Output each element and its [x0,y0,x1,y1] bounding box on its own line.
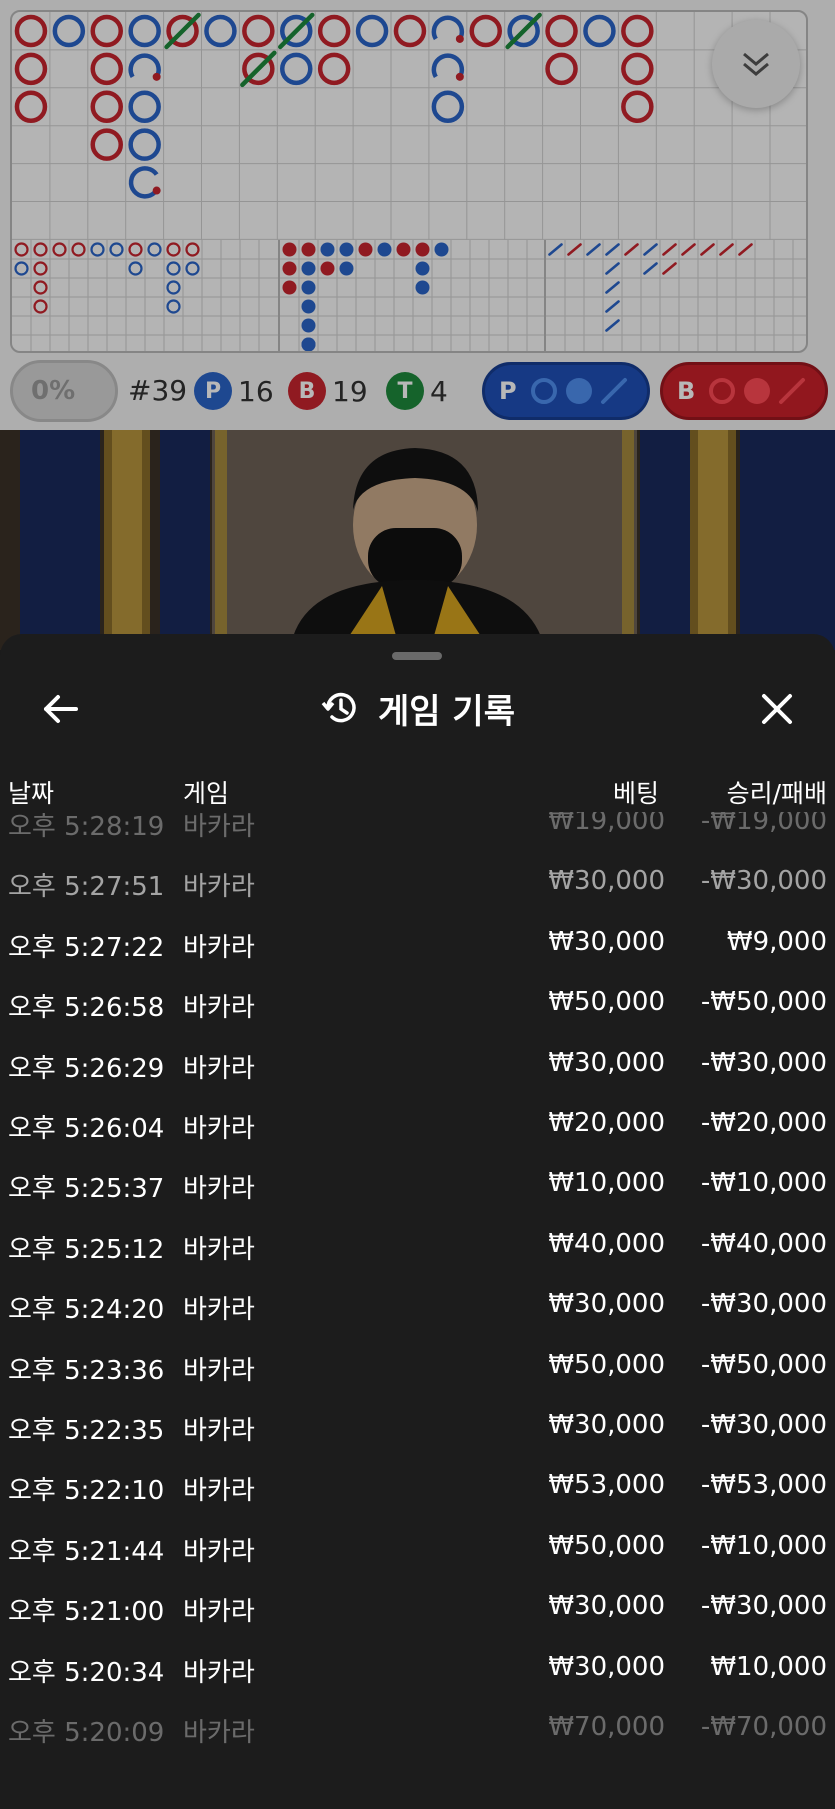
history-time: 오후 5:23:36 [8,1355,165,1386]
history-bet: ₩30,000 [548,926,665,957]
history-game: 바카라 [183,812,255,842]
background-dim-overlay [0,0,835,650]
column-date: 날짜 [8,779,55,808]
history-bet: ₩30,000 [548,866,665,897]
close-button[interactable] [752,684,802,734]
history-result: ₩10,000 [710,1651,827,1682]
history-game: 바카라 [183,993,255,1024]
history-time: 오후 5:20:34 [8,1657,165,1688]
history-bet: ₩20,000 [548,1108,665,1138]
history-game: 바카라 [183,1174,255,1205]
history-game: 바카라 [183,1234,255,1265]
history-time: 오후 5:21:44 [8,1536,165,1567]
history-row[interactable]: 오후 5:26:29 바카라 ₩30,000 -₩30,000 [0,1034,835,1094]
history-game: 바카라 [183,1597,255,1628]
history-game: 바카라 [183,932,255,963]
history-result: -₩19,000 [700,812,827,836]
history-row[interactable]: 오후 5:28:19 바카라 ₩19,000 -₩19,000 [0,812,835,852]
history-time: 오후 5:26:04 [8,1114,165,1144]
history-game: 바카라 [183,1718,255,1748]
history-row[interactable]: 오후 5:25:37 바카라 ₩10,000 -₩10,000 [0,1154,835,1214]
history-game: 바카라 [183,872,255,903]
history-time: 오후 5:27:22 [8,932,165,963]
history-time: 오후 5:26:58 [8,993,165,1024]
history-bet: ₩10,000 [548,1168,665,1199]
history-bet: ₩50,000 [548,1349,665,1380]
history-result: -₩70,000 [700,1712,827,1742]
column-bet: 베팅 [612,779,659,808]
history-game: 바카라 [183,1053,255,1084]
history-result: -₩30,000 [700,866,827,897]
history-clock-icon [321,692,356,723]
sheet-title-text: 게임 기록 [378,691,515,732]
history-row[interactable]: 오후 5:20:09 바카라 ₩70,000 -₩70,000 [0,1698,835,1758]
history-row[interactable]: 오후 5:22:10 바카라 ₩53,000 -₩53,000 [0,1456,835,1516]
history-list[interactable]: 오후 5:28:19 바카라 ₩19,000 -₩19,000 오후 5:27:51 바카… [0,812,835,1809]
history-game: 바카라 [183,1476,255,1507]
history-bet: ₩19,000 [548,812,665,836]
sheet-title: 게임 기록 [0,682,835,734]
history-result: -₩20,000 [700,1108,827,1138]
history-row[interactable]: 오후 5:26:58 바카라 ₩50,000 -₩50,000 [0,973,835,1033]
history-result: -₩30,000 [700,1410,827,1440]
history-time: 오후 5:22:35 [8,1416,165,1446]
history-row[interactable]: 오후 5:27:51 바카라 ₩30,000 -₩30,000 [0,852,835,912]
column-result: 승리/패배 [726,779,827,808]
history-row[interactable]: 오후 5:24:20 바카라 ₩30,000 -₩30,000 [0,1275,835,1335]
history-result: -₩40,000 [700,1228,827,1259]
history-result: -₩50,000 [700,987,827,1018]
history-row[interactable]: 오후 5:27:22 바카라 ₩30,000 ₩9,000 [0,913,835,973]
history-row[interactable]: 오후 5:22:35 바카라 ₩30,000 -₩30,000 [0,1396,835,1456]
history-game: 바카라 [183,1657,255,1688]
history-result: ₩9,000 [726,926,827,957]
history-time: 오후 5:26:29 [8,1053,165,1084]
history-row[interactable]: 오후 5:20:34 바카라 ₩30,000 ₩10,000 [0,1638,835,1698]
column-game: 게임 [183,779,230,808]
history-bet: ₩53,000 [548,1470,665,1501]
history-result: -₩10,000 [700,1530,827,1561]
history-row[interactable]: 오후 5:25:12 바카라 ₩40,000 -₩40,000 [0,1215,835,1275]
history-row[interactable]: 오후 5:26:04 바카라 ₩20,000 -₩20,000 [0,1094,835,1154]
history-bet: ₩30,000 [548,1591,665,1622]
history-bet: ₩30,000 [548,1047,665,1078]
history-row[interactable]: 오후 5:21:00 바카라 ₩30,000 -₩30,000 [0,1577,835,1637]
history-row[interactable]: 오후 5:23:36 바카라 ₩50,000 -₩50,000 [0,1336,835,1396]
history-game: 바카라 [183,1355,255,1386]
history-time: 오후 5:22:10 [8,1476,165,1507]
history-bet: ₩50,000 [548,987,665,1018]
history-time: 오후 5:25:37 [8,1174,165,1205]
history-result: -₩30,000 [700,1047,827,1078]
history-time: 오후 5:21:00 [8,1597,165,1628]
history-game: 바카라 [183,1416,255,1446]
history-bet: ₩70,000 [548,1712,665,1742]
history-time: 오후 5:25:12 [8,1234,165,1265]
history-result: -₩30,000 [700,1591,827,1622]
history-game: 바카라 [183,1114,255,1144]
history-row[interactable]: 오후 5:21:44 바카라 ₩50,000 -₩10,000 [0,1517,835,1577]
history-result: -₩30,000 [700,1289,827,1320]
history-time: 오후 5:24:20 [8,1295,165,1326]
close-icon [762,694,792,724]
history-bet: ₩50,000 [548,1530,665,1561]
history-result: -₩10,000 [700,1168,827,1199]
history-game: 바카라 [183,1295,255,1326]
game-history-sheet: 게임 기록 날짜 게임 베팅 승리/패배 오후 5:28:19 바카라 ₩19,00… [0,634,835,1809]
history-bet: ₩30,000 [548,1289,665,1320]
history-table-header: 날짜 게임 베팅 승리/패배 [0,768,835,812]
history-time: 오후 5:27:51 [8,872,165,903]
history-result: -₩53,000 [700,1470,827,1501]
history-result: -₩50,000 [700,1349,827,1380]
history-game: 바카라 [183,1536,255,1567]
history-time: 오후 5:20:09 [8,1718,165,1748]
history-bet: ₩40,000 [548,1228,665,1259]
history-time: 오후 5:28:19 [8,812,165,842]
drag-handle[interactable] [392,652,442,660]
history-bet: ₩30,000 [548,1410,665,1440]
history-bet: ₩30,000 [548,1651,665,1682]
